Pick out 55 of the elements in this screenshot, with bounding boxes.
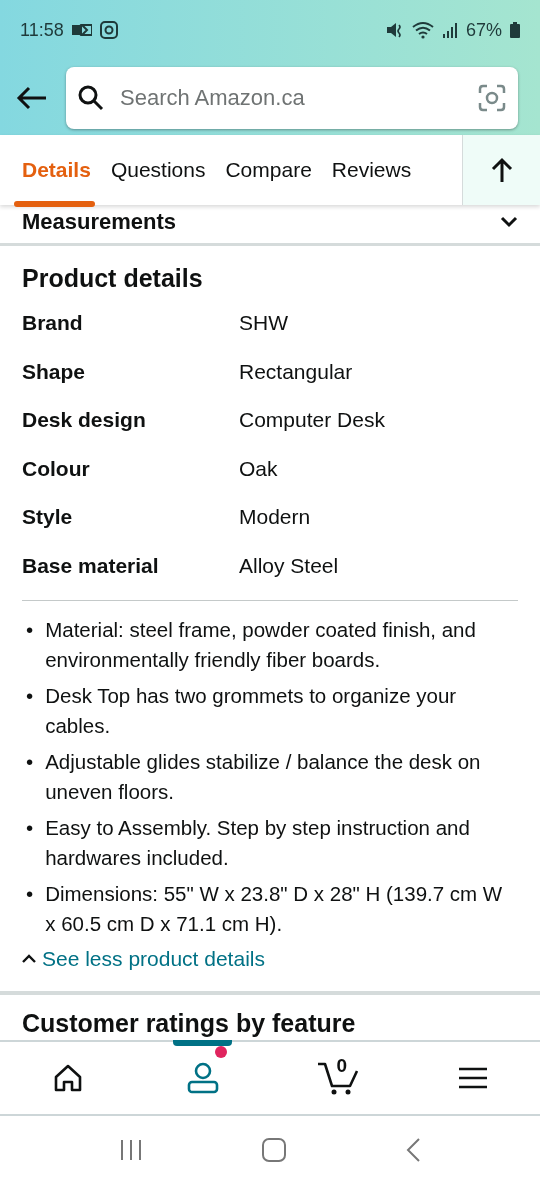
wifi-icon — [411, 21, 434, 39]
bullet-mark: • — [26, 683, 34, 709]
chevron-up-icon — [22, 954, 36, 964]
menu-icon — [458, 1067, 487, 1089]
signal-icon — [441, 22, 458, 38]
detail-label: Style — [22, 505, 74, 530]
detail-value: Alloy Steel — [239, 553, 340, 578]
bullet-mark: • — [26, 881, 34, 907]
recents-icon[interactable] — [119, 1138, 144, 1162]
search-icon — [78, 84, 104, 111]
detail-label: Brand — [22, 311, 84, 336]
chevron-icon[interactable] — [500, 216, 518, 228]
detail-value: SHW — [239, 311, 289, 336]
section-heading: Customer ratings by feature — [21, 1008, 357, 1039]
feature-bullet: Material: steel frame, powder coated finish, and environmentally friendly fiber boards. — [45, 617, 477, 673]
section-title: Measurements — [22, 209, 177, 235]
back-icon[interactable] — [404, 1138, 421, 1162]
mute-icon — [385, 21, 404, 39]
feature-bullet: Adjustable glides stabilize / balance the desk on uneven floors. — [45, 749, 482, 805]
section-heading: Product details — [22, 264, 204, 293]
feature-bullet: Desk Top has two grommets to organize your cables. — [45, 683, 458, 739]
see-less-link[interactable]: See less product details — [22, 947, 265, 971]
detail-label: Base material — [22, 553, 160, 578]
detail-value: Rectangular — [239, 359, 354, 384]
feature-bullet: Dimensions: 55" W x 23.8" D x 28" H (139.7 cm W x 60.5 cm D x 71.1 cm H). — [45, 881, 504, 937]
camera-icon — [99, 21, 118, 39]
home-icon — [52, 1064, 83, 1092]
feature-bullet: Easy to Assembly. Step by step instruction and hardwares included. — [45, 815, 471, 871]
detail-label: Desk design — [22, 408, 147, 433]
home-button-icon[interactable] — [262, 1138, 286, 1162]
search-field[interactable]: Search Amazon.ca — [118, 83, 464, 112]
section-tab[interactable]: Reviews — [321, 135, 422, 205]
detail-label: Colour — [22, 456, 91, 481]
bullet-mark: • — [26, 749, 34, 775]
person-icon — [186, 1062, 219, 1094]
nav-tab[interactable]: 0 — [270, 1042, 405, 1114]
bullet-mark: • — [26, 617, 34, 643]
detail-label: Shape — [22, 359, 87, 384]
search-bar[interactable]: Search Amazon.ca — [66, 66, 518, 129]
bullet-mark: • — [26, 815, 34, 841]
back-arrow-icon[interactable] — [16, 85, 48, 110]
detail-value: Modern — [239, 505, 312, 530]
battery-percent: 67% — [465, 19, 502, 41]
camera-scan-icon[interactable] — [478, 83, 506, 112]
detail-value: Computer Desk — [239, 408, 386, 433]
detail-value: Oak — [239, 456, 279, 481]
cart-icon — [316, 1061, 359, 1095]
scroll-top-button[interactable] — [462, 135, 540, 205]
section-tab[interactable]: Questions — [100, 135, 216, 205]
section-tab[interactable]: Details — [0, 135, 101, 205]
status-time: 11:58 — [20, 19, 64, 41]
up-arrow-icon — [490, 157, 513, 183]
section-tab[interactable]: Compare — [215, 135, 322, 205]
battery-icon — [510, 22, 520, 38]
cart-count: 0 — [336, 1055, 348, 1077]
